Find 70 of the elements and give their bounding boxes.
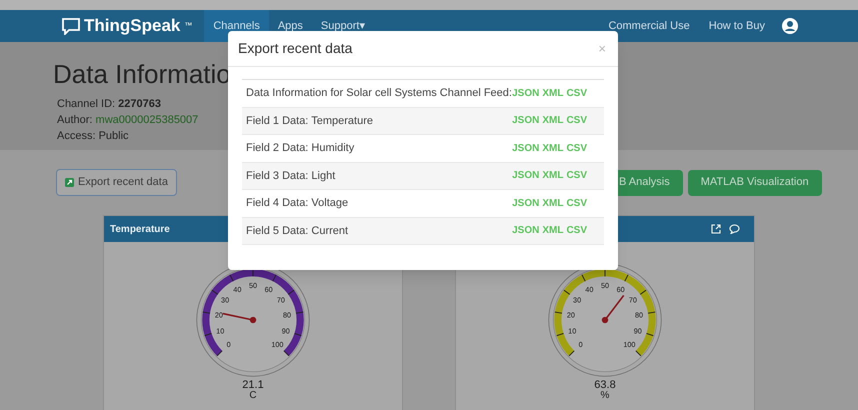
action-button[interactable]: MATLAB Visualization (688, 170, 822, 196)
format-link[interactable]: JSON (512, 223, 540, 238)
format-link[interactable]: CSV (566, 168, 587, 184)
format-link[interactable]: XML (542, 140, 564, 156)
gauge-unit: C (249, 391, 257, 401)
gauge-needle (602, 294, 624, 324)
gauge-tick-label: 70 (628, 295, 637, 304)
dialog-title: Export recent data (238, 39, 352, 58)
format-link[interactable]: CSV (566, 196, 587, 211)
row-label: Field 2 Data: Humidity (246, 141, 354, 156)
format-link[interactable]: XML (542, 223, 564, 238)
trademark: ™ (184, 20, 192, 32)
gauge-tick-label: 10 (216, 326, 224, 336)
row-label: Field 1 Data: Temperature (246, 114, 373, 128)
gauge-tick-label: 60 (616, 285, 625, 294)
gauge-tick-label: 100 (271, 340, 284, 350)
gauge-tick-label: 10 (568, 326, 576, 336)
nav-link[interactable]: Commercial Use (608, 18, 690, 34)
format-link[interactable]: CSV (566, 223, 587, 238)
gauge-tick-label: 90 (634, 326, 642, 336)
gauge-needle (222, 312, 256, 324)
channel-detail: Access: Public (57, 129, 129, 144)
comment-icon[interactable] (729, 224, 740, 234)
format-link[interactable]: XML (542, 86, 564, 101)
card-title: Temperature (110, 222, 170, 236)
format-link[interactable]: CSV (566, 140, 587, 156)
row-label: Field 5 Data: Current (246, 224, 348, 238)
gauge-tick-label: 80 (635, 310, 644, 320)
gauge-tick-label: 40 (585, 285, 594, 294)
gauge-value: 21.1 (242, 380, 264, 391)
format-link[interactable]: XML (542, 196, 564, 211)
gauge-tick-label: 50 (600, 281, 610, 290)
format-link[interactable]: JSON (512, 196, 540, 211)
gauge-tick-label: 40 (233, 285, 242, 294)
speech-bubble-icon (62, 18, 80, 34)
page-title: Data Informatio (53, 58, 232, 90)
gauge-unit: % (600, 391, 610, 401)
format-link[interactable]: JSON (512, 140, 540, 156)
channel-detail: Channel ID: 2270763 (57, 97, 161, 112)
gauge-tick-label: 0 (578, 340, 583, 350)
user-avatar-icon[interactable] (782, 18, 798, 34)
gauge-tick-label: 30 (221, 295, 230, 304)
gauge-value: 63.8 (594, 380, 616, 391)
external-link-icon[interactable] (711, 224, 721, 234)
format-link[interactable]: JSON (512, 168, 540, 184)
row-label: Field 3 Data: Light (246, 168, 336, 184)
gauge-tick-label: 80 (283, 310, 292, 320)
gauge-tick-label: 60 (264, 285, 273, 294)
export-icon (65, 178, 74, 187)
gauge-tick-label: 100 (623, 340, 636, 350)
gauge-tick-label: 90 (282, 326, 290, 336)
brand-logo[interactable]: ThingSpeak (84, 13, 180, 39)
gauge-tick-label: 0 (226, 340, 231, 350)
format-link[interactable]: CSV (566, 113, 587, 128)
gauge-tick-label: 30 (573, 295, 582, 304)
nav-link[interactable]: How to Buy (708, 18, 765, 34)
row-label: Field 4 Data: Voltage (246, 196, 348, 211)
gauge-tick-label: 70 (276, 295, 285, 304)
format-link[interactable]: JSON (512, 86, 540, 101)
format-link[interactable]: CSV (566, 86, 587, 101)
format-link[interactable]: XML (542, 113, 564, 128)
channel-detail: Author: mwa0000025385007 (57, 113, 198, 128)
close-button[interactable]: × (598, 38, 606, 58)
gauge-tick-label: 20 (566, 310, 575, 320)
format-link[interactable]: XML (542, 168, 564, 184)
export-button[interactable]: Export recent data (56, 169, 177, 196)
gauge-tick-label: 50 (248, 281, 258, 290)
format-link[interactable]: JSON (512, 113, 540, 128)
row-label: Data Information for Solar cell Systems Channel Feed: (246, 86, 512, 101)
gauge-tick-label: 20 (214, 310, 223, 320)
